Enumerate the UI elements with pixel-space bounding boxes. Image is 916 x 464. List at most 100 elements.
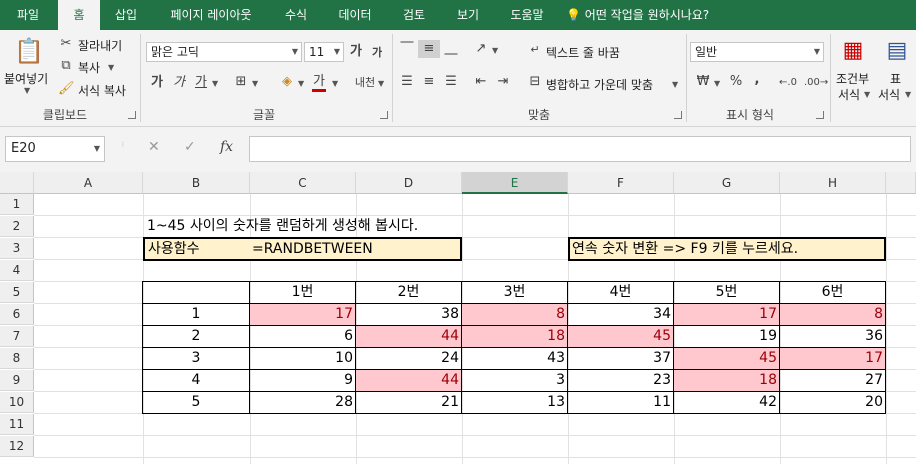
phonetic-guide-icon[interactable]: 내천 bbox=[352, 74, 378, 92]
align-middle-icon[interactable]: ≡ bbox=[418, 40, 440, 58]
align-left-icon[interactable]: ☰ bbox=[398, 73, 416, 91]
table-value-cell[interactable]: 44 bbox=[356, 326, 462, 348]
row-header-4[interactable]: 4 bbox=[0, 260, 34, 281]
table-value-cell[interactable]: 36 bbox=[780, 326, 886, 348]
table-value-cell[interactable]: 17 bbox=[250, 304, 356, 326]
row-header-5[interactable]: 5 bbox=[0, 282, 34, 303]
table-value-cell[interactable]: 8 bbox=[462, 304, 568, 326]
align-bottom-icon[interactable]: ⎽ bbox=[442, 40, 460, 58]
font-size-select[interactable]: 11 ▼ bbox=[304, 42, 344, 62]
column-header-g[interactable]: G bbox=[674, 172, 780, 194]
table-value-cell[interactable]: 9 bbox=[250, 370, 356, 392]
chevron-down-icon[interactable]: ▼ bbox=[298, 79, 304, 88]
increase-indent-icon[interactable]: ⇥ bbox=[494, 73, 512, 91]
column-header-e[interactable]: E bbox=[462, 172, 568, 194]
chevron-down-icon[interactable]: ▼ bbox=[332, 79, 338, 88]
bold-icon[interactable]: 가 bbox=[150, 74, 164, 92]
column-header-b[interactable]: B bbox=[143, 172, 250, 194]
table-value-cell[interactable]: 10 bbox=[250, 348, 356, 370]
table-value-cell[interactable]: 8 bbox=[780, 304, 886, 326]
table-value-cell[interactable]: 21 bbox=[356, 392, 462, 414]
table-header-cell[interactable]: 4번 bbox=[568, 282, 674, 304]
chevron-down-icon[interactable]: ▼ bbox=[672, 80, 678, 89]
tab-home[interactable]: 홈 bbox=[58, 0, 100, 30]
conditional-formatting-icon[interactable]: ▦ bbox=[838, 36, 868, 66]
chevron-down-icon[interactable]: ▼ bbox=[905, 90, 911, 99]
table-header-cell[interactable]: 6번 bbox=[780, 282, 886, 304]
paste-button[interactable]: 붙여넣기 bbox=[4, 70, 48, 87]
table-value-cell[interactable]: 6 bbox=[250, 326, 356, 348]
table-value-cell[interactable]: 17 bbox=[674, 304, 780, 326]
table-value-cell[interactable]: 44 bbox=[356, 370, 462, 392]
table-value-cell[interactable]: 18 bbox=[674, 370, 780, 392]
chevron-down-icon[interactable]: ▼ bbox=[714, 79, 720, 88]
tab-page-layout[interactable]: 페이지 레이아웃 bbox=[156, 0, 266, 30]
format-painter-button[interactable]: 서식 복사 bbox=[78, 82, 126, 99]
alignment-launcher-icon[interactable] bbox=[674, 111, 682, 119]
font-color-icon[interactable]: 가 bbox=[312, 74, 326, 92]
format-as-table-icon[interactable]: ▤ bbox=[882, 36, 912, 66]
row-header-11[interactable]: 11 bbox=[0, 414, 34, 435]
table-value-cell[interactable]: 34 bbox=[568, 304, 674, 326]
table-header-cell[interactable]: 5번 bbox=[674, 282, 780, 304]
chevron-down-icon[interactable]: ▼ bbox=[212, 79, 218, 88]
column-header-f[interactable]: F bbox=[568, 172, 674, 194]
comma-style-icon[interactable]: , bbox=[750, 71, 764, 89]
chevron-down-icon[interactable]: ▼ bbox=[94, 137, 100, 161]
table-value-cell[interactable]: 3 bbox=[462, 370, 568, 392]
chevron-down-icon[interactable]: ▼ bbox=[378, 79, 384, 88]
grow-font-icon[interactable]: 가 bbox=[348, 43, 364, 61]
table-row-index[interactable]: 2 bbox=[143, 326, 250, 348]
tab-insert[interactable]: 삽입 bbox=[104, 0, 148, 30]
table-row-index[interactable]: 1 bbox=[143, 304, 250, 326]
chevron-down-icon[interactable]: ▼ bbox=[492, 46, 498, 55]
row-header-1[interactable]: 1 bbox=[0, 194, 34, 215]
italic-icon[interactable]: 가 bbox=[172, 74, 186, 92]
row-header-9[interactable]: 9 bbox=[0, 370, 34, 391]
column-header-h[interactable]: H bbox=[780, 172, 886, 194]
conditional-formatting-button[interactable]: 조건부 bbox=[836, 70, 869, 87]
table-value-cell[interactable]: 24 bbox=[356, 348, 462, 370]
row-header-12[interactable]: 12 bbox=[0, 436, 34, 457]
column-header-c[interactable]: C bbox=[250, 172, 356, 194]
table-value-cell[interactable]: 17 bbox=[780, 348, 886, 370]
row-header-3[interactable]: 3 bbox=[0, 238, 34, 259]
merge-center-icon[interactable]: ⊟ bbox=[526, 73, 544, 91]
enter-icon[interactable]: ✓ bbox=[184, 139, 196, 155]
decrease-indent-icon[interactable]: ⇤ bbox=[472, 73, 490, 91]
table-value-cell[interactable]: 11 bbox=[568, 392, 674, 414]
borders-icon[interactable]: ⊞ bbox=[232, 73, 250, 91]
table-value-cell[interactable]: 43 bbox=[462, 348, 568, 370]
formula-input[interactable] bbox=[249, 136, 911, 162]
number-format-select[interactable]: 일반 ▼ bbox=[690, 42, 824, 62]
table-value-cell[interactable]: 20 bbox=[780, 392, 886, 414]
table-value-cell[interactable]: 18 bbox=[462, 326, 568, 348]
tab-file[interactable]: 파일 bbox=[6, 0, 50, 30]
row-header-10[interactable]: 10 bbox=[0, 392, 34, 413]
table-value-cell[interactable]: 45 bbox=[568, 326, 674, 348]
cell-b2-instruction[interactable]: 1~45 사이의 숫자를 랜덤하게 생성해 봅시다. bbox=[147, 216, 418, 236]
more-options-icon[interactable]: ⋮ bbox=[120, 141, 126, 148]
row-header-6[interactable]: 6 bbox=[0, 304, 34, 325]
font-name-select[interactable]: 맑은 고딕 ▼ bbox=[146, 42, 302, 62]
table-value-cell[interactable]: 13 bbox=[462, 392, 568, 414]
chevron-down-icon[interactable]: ▼ bbox=[864, 90, 870, 99]
table-value-cell[interactable]: 45 bbox=[674, 348, 780, 370]
copy-dropdown-caret-icon[interactable]: ▼ bbox=[108, 63, 114, 72]
row-header-7[interactable]: 7 bbox=[0, 326, 34, 347]
decrease-decimal-icon[interactable]: .00→ bbox=[804, 74, 828, 92]
table-value-cell[interactable]: 23 bbox=[568, 370, 674, 392]
tab-view[interactable]: 보기 bbox=[446, 0, 490, 30]
cancel-icon[interactable]: ✕ bbox=[148, 139, 160, 155]
number-launcher-icon[interactable] bbox=[816, 111, 824, 119]
tab-review[interactable]: 검토 bbox=[392, 0, 436, 30]
format-painter-icon[interactable]: 🖌 bbox=[58, 80, 75, 98]
table-row-index[interactable]: 5 bbox=[143, 392, 250, 414]
insert-function-icon[interactable]: fx bbox=[220, 139, 233, 155]
paste-icon[interactable]: 📋 bbox=[14, 36, 44, 66]
format-as-table-button[interactable]: 표 bbox=[890, 70, 901, 87]
wrap-text-icon[interactable]: ↵ bbox=[526, 41, 544, 59]
column-header-i[interactable] bbox=[886, 172, 916, 194]
tab-help[interactable]: 도움말 bbox=[500, 0, 554, 30]
fill-color-icon[interactable]: ◈ bbox=[278, 73, 296, 91]
